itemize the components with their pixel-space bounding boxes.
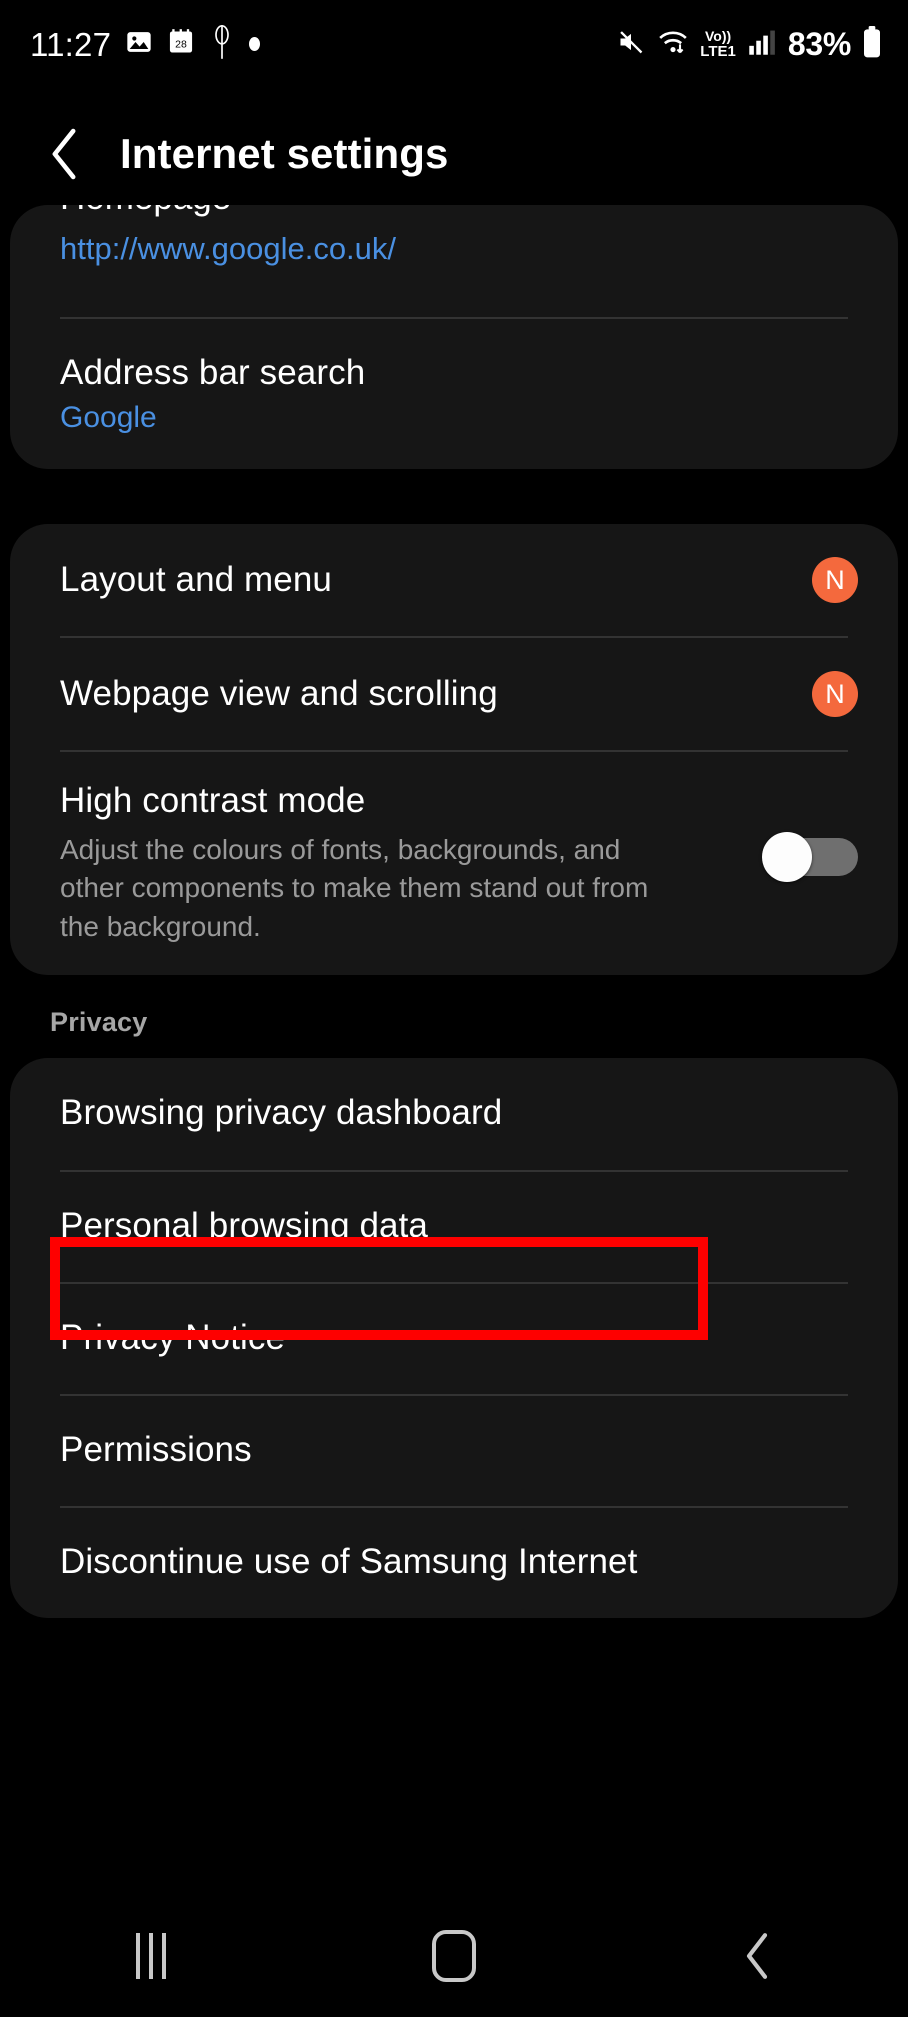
volte-icon: Vo)) LTE1 xyxy=(700,28,736,60)
row-title: Privacy Notice xyxy=(60,1318,286,1358)
row-personal-browsing-data[interactable]: Personal browsing data xyxy=(10,1172,898,1282)
recents-button[interactable] xyxy=(91,1896,211,2016)
battery-icon xyxy=(862,25,882,63)
mute-icon xyxy=(616,28,646,61)
row-address-bar-search[interactable]: Address bar search Google xyxy=(10,319,898,469)
wifi-icon xyxy=(657,28,689,61)
settings-scroll-area[interactable]: Homepage http://www.google.co.uk/ Addres… xyxy=(0,205,908,1895)
toggle-thumb xyxy=(762,832,812,882)
svg-text:28: 28 xyxy=(175,38,187,50)
status-bar-clock: 11:27 xyxy=(30,25,112,63)
card-general: Homepage http://www.google.co.uk/ Addres… xyxy=(10,205,898,469)
row-title: Discontinue use of Samsung Internet xyxy=(60,1542,638,1582)
row-permissions[interactable]: Permissions xyxy=(10,1396,898,1506)
row-browsing-privacy-dashboard[interactable]: Browsing privacy dashboard xyxy=(10,1058,898,1170)
music-note-icon xyxy=(209,24,235,65)
app-bar: Internet settings xyxy=(0,104,908,204)
new-badge: N xyxy=(812,557,858,603)
row-value: Google xyxy=(60,400,157,434)
image-icon xyxy=(125,28,153,61)
calendar-icon: 28 xyxy=(167,28,195,61)
row-title: Layout and menu xyxy=(60,559,332,599)
row-privacy-notice[interactable]: Privacy Notice xyxy=(10,1284,898,1394)
back-nav-button[interactable] xyxy=(697,1896,817,2016)
back-button[interactable] xyxy=(38,128,90,180)
card-appearance: Layout and menu N Webpage view and scrol… xyxy=(10,524,898,975)
row-title: Permissions xyxy=(60,1430,252,1470)
row-description: Adjust the colours of fonts, backgrounds… xyxy=(60,833,649,942)
status-bar: 11:27 28 Vo)) LTE1 83% xyxy=(0,0,908,88)
status-bar-right: Vo)) LTE1 83% xyxy=(616,25,882,63)
homepage-url: http://www.google.co.uk/ xyxy=(60,231,397,266)
section-header-privacy: Privacy xyxy=(50,1006,148,1037)
system-navigation-bar xyxy=(0,1895,908,2017)
row-title: Address bar search xyxy=(60,352,366,392)
row-title: Webpage view and scrolling xyxy=(60,673,498,713)
homepage-row[interactable]: Homepage http://www.google.co.uk/ xyxy=(10,205,898,317)
page-title: Internet settings xyxy=(120,130,449,177)
card-privacy: Browsing privacy dashboard Personal brow… xyxy=(10,1057,898,1618)
row-discontinue-use[interactable]: Discontinue use of Samsung Internet xyxy=(10,1508,898,1618)
high-contrast-toggle[interactable] xyxy=(762,832,858,882)
row-layout-and-menu[interactable]: Layout and menu N xyxy=(10,524,898,636)
homepage-label: Homepage xyxy=(60,205,231,218)
recents-icon xyxy=(136,1933,167,1979)
row-title: Browsing privacy dashboard xyxy=(60,1093,503,1133)
row-title: High contrast mode xyxy=(60,781,366,820)
status-bar-left: 11:27 28 xyxy=(30,24,261,65)
home-icon xyxy=(431,1930,476,1982)
dot-icon xyxy=(249,37,261,51)
chevron-left-icon xyxy=(52,128,76,180)
new-badge: N xyxy=(812,671,858,717)
signal-icon xyxy=(747,28,777,61)
phone-screen: 11:27 28 Vo)) LTE1 83% Internet settings… xyxy=(0,0,908,2017)
home-button[interactable] xyxy=(394,1896,514,2016)
battery-percentage: 83% xyxy=(787,25,851,62)
row-webpage-view-and-scrolling[interactable]: Webpage view and scrolling N xyxy=(10,638,898,750)
row-high-contrast-mode[interactable]: High contrast mode Adjust the colours of… xyxy=(10,752,898,975)
row-title: Personal browsing data xyxy=(60,1206,428,1246)
chevron-left-icon xyxy=(746,1933,767,1979)
